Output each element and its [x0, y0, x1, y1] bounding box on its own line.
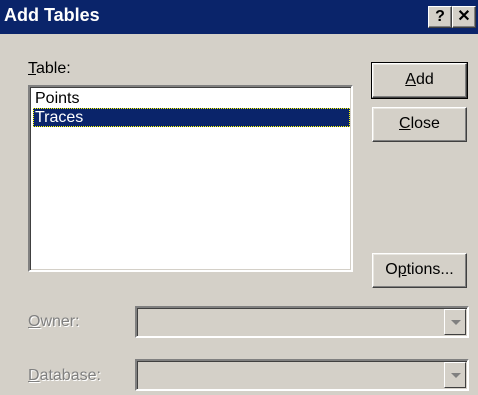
- owner-label-rest: wner:: [40, 313, 80, 330]
- list-item[interactable]: Points: [33, 89, 350, 108]
- close-icon: ✕: [457, 8, 471, 25]
- table-label: Table:: [28, 60, 71, 78]
- database-label-rest: atabase:: [39, 367, 101, 384]
- add-button-rest: dd: [415, 71, 434, 88]
- options-button-rest: tions...: [406, 261, 454, 278]
- table-listbox[interactable]: Points Traces: [28, 85, 353, 272]
- database-label-mnemonic: D: [28, 367, 40, 384]
- window-title: Add Tables: [4, 5, 100, 25]
- chevron-down-icon[interactable]: [444, 362, 466, 388]
- add-button-mnemonic: A: [405, 71, 416, 88]
- title-bar[interactable]: Add Tables ? ✕: [0, 0, 478, 34]
- add-button[interactable]: Add: [371, 62, 468, 99]
- close-button-rest: lose: [410, 115, 440, 132]
- owner-label: Owner:: [28, 313, 80, 331]
- close-window-button[interactable]: ✕: [452, 6, 476, 28]
- question-icon: ?: [435, 8, 445, 25]
- table-label-rest: able:: [36, 60, 71, 77]
- options-button-start: O: [385, 261, 398, 278]
- database-label: Database:: [28, 367, 101, 385]
- owner-combo[interactable]: [135, 306, 469, 338]
- owner-label-mnemonic: O: [28, 313, 41, 330]
- list-item-selected[interactable]: Traces: [33, 108, 350, 127]
- close-button-mnemonic: C: [399, 115, 411, 132]
- database-combo[interactable]: [135, 359, 469, 391]
- options-button-mnemonic: p: [397, 261, 407, 278]
- close-button[interactable]: Close: [372, 107, 467, 142]
- chevron-down-icon[interactable]: [444, 309, 466, 335]
- table-label-mnemonic: T: [28, 60, 36, 77]
- options-button[interactable]: Options...: [372, 253, 467, 288]
- help-button[interactable]: ?: [428, 6, 452, 28]
